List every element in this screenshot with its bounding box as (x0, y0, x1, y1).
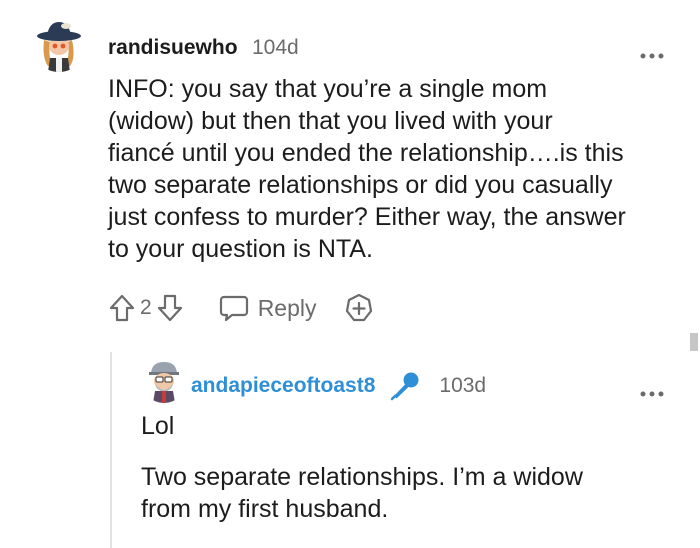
upvote-button[interactable] (108, 293, 136, 323)
avatar-icon (32, 18, 86, 72)
chat-bubble-icon (219, 295, 248, 322)
vote-count: 2 (140, 296, 152, 319)
more-options-icon (640, 53, 664, 59)
comment-username[interactable]: randisuewho (108, 36, 238, 59)
comment-actions: 2 Reply (108, 292, 375, 324)
add-award-button[interactable] (343, 292, 375, 324)
microphone-badge (389, 371, 421, 401)
reply-username[interactable]: andapieceoftoast8 (191, 374, 375, 398)
reply-body-paragraph-2: Two separate relationships. I’m a widow … (141, 463, 583, 523)
reply-age: 103d (439, 374, 487, 397)
reply-button[interactable]: Reply (218, 293, 317, 323)
reply-more-options-button[interactable] (640, 376, 664, 402)
comment-header: randisuewho 104d (108, 36, 299, 60)
downvote-button[interactable] (156, 293, 184, 323)
reply-comment: andapieceoftoast8 103d Lol Two separate … (0, 345, 700, 548)
comment-body: INFO: you say that you’re a single mom (… (108, 75, 626, 263)
reply-body-line-1: Lol (141, 412, 175, 440)
avatar-icon (142, 359, 186, 403)
comment: randisuewho 104d INFO: you say that you’… (0, 0, 700, 340)
more-options-icon (640, 391, 664, 397)
comment-more-options-button[interactable] (640, 38, 664, 64)
user-avatar[interactable] (32, 18, 86, 72)
upvote-icon (109, 294, 135, 322)
reply-header: andapieceoftoast8 103d (191, 371, 486, 401)
downvote-icon (157, 294, 182, 322)
add-award-icon (345, 293, 372, 322)
comment-age: 104d (251, 36, 299, 59)
microphone-icon (391, 372, 419, 401)
reply-user-avatar[interactable] (142, 359, 186, 403)
reply-label: Reply (257, 294, 317, 321)
